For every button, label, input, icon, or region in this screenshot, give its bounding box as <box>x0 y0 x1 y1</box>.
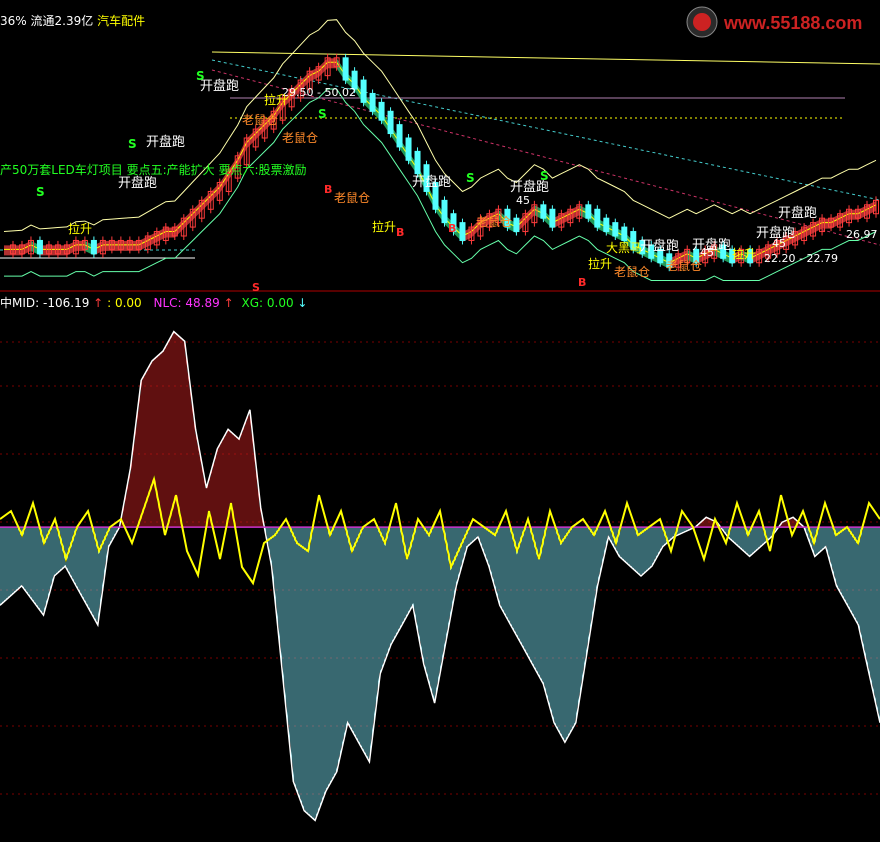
kai-pan-pao-label: 开盘跑 <box>640 238 679 254</box>
kai-pan-pao-label: 开盘跑 <box>200 78 239 94</box>
la-sheng-label: 拉升 <box>372 219 396 234</box>
candle-body <box>441 199 448 224</box>
ma-ribbon-segment <box>561 209 571 225</box>
la-sheng-label: 拉升 <box>68 221 92 236</box>
ma-ribbon-segment <box>201 191 211 211</box>
kai-pan-pao-label: 开盘跑 <box>118 175 157 191</box>
la-sheng-label: 拉升 <box>264 92 288 107</box>
price-range-label-1: 29.50 - 50.02 <box>282 86 356 99</box>
lao-shu-cang-label: 老鼠仓 <box>242 113 278 127</box>
candle-body <box>342 57 349 81</box>
la-sheng-label: 拉升 <box>732 246 756 261</box>
sell-marker: S <box>128 137 137 151</box>
ma-ribbon-segment <box>174 218 184 238</box>
lao-shu-cang-label: 老鼠仓 <box>334 191 370 205</box>
value-45-label: 45 <box>772 237 786 250</box>
candle-body <box>90 239 97 255</box>
ma-ribbon-segment <box>21 240 31 256</box>
sell-marker: S <box>196 69 205 83</box>
lao-shu-cang-label: 老鼠仓 <box>666 259 702 273</box>
sell-marker: S <box>318 107 327 121</box>
buy-marker: B <box>578 276 586 289</box>
candle-body <box>396 124 403 148</box>
price-range-label-2: 22.20 - 22.79 <box>764 252 838 265</box>
sell-marker: S <box>252 281 260 294</box>
candle-body <box>540 204 547 219</box>
candle-body <box>585 204 592 219</box>
buy-marker: B <box>396 226 404 239</box>
ma-ribbon-segment <box>525 205 535 225</box>
value-45-label: 45 <box>700 246 714 259</box>
oscillator-panel <box>0 330 880 822</box>
kai-pan-pao-label: 开盘跑 <box>146 134 185 150</box>
candle-body <box>36 239 43 255</box>
stock-chart[interactable]: 产50万套LED车灯项目 要点五:产能扩大 要点六:股票激励 29.50 - 5… <box>0 0 880 842</box>
la-sheng-label: 拉升 <box>588 256 612 271</box>
annotation-layer: 产50万套LED车灯项目 要点五:产能扩大 要点六:股票激励 29.50 - 5… <box>0 69 878 294</box>
ma-ribbon-segment <box>66 240 76 256</box>
kai-pan-pao-label: 开盘跑 <box>412 174 451 190</box>
ma-ribbon-segment <box>318 58 328 78</box>
ticker-note: 产50万套LED车灯项目 要点五:产能扩大 要点六:股票激励 <box>0 162 307 177</box>
sell-marker: S <box>36 185 45 199</box>
ma-ribbon-segment <box>192 200 202 220</box>
candle-body <box>414 150 421 175</box>
candle-body <box>594 208 601 228</box>
buy-marker: B <box>324 183 332 196</box>
lao-shu-cang-label: 老鼠仓 <box>614 265 650 279</box>
lao-shu-cang-label: 老鼠仓 <box>282 131 318 145</box>
kai-pan-pao-label: 开盘跑 <box>778 205 817 221</box>
candle-body <box>369 92 376 112</box>
candle-body <box>612 222 619 237</box>
resistance-line <box>211 51 880 65</box>
sell-marker: S <box>466 171 475 185</box>
ma-ribbon-segment <box>210 183 220 202</box>
upper-envelope <box>3 19 877 232</box>
candle-body <box>513 217 520 233</box>
price-label-3: 26.97 <box>846 228 878 241</box>
candle-body <box>459 222 466 241</box>
lao-shu-cang-label: 老鼠仓 <box>476 215 512 229</box>
ma-ribbon-segment <box>246 129 256 149</box>
value-45-label: 45 <box>516 194 530 207</box>
ma-ribbon-segment <box>570 205 580 220</box>
candle-body <box>549 208 556 228</box>
ma-ribbon-segment <box>183 209 193 229</box>
buy-marker: B <box>448 222 456 235</box>
candle-body <box>378 101 385 121</box>
ma-ribbon-segment <box>867 200 876 216</box>
candle-body <box>360 79 367 103</box>
candle-body <box>603 217 610 233</box>
candle-body <box>621 226 628 241</box>
candle-body <box>387 110 394 135</box>
ma-ribbon-segment <box>147 232 157 247</box>
candle-body <box>405 137 412 161</box>
sell-marker: S <box>540 169 549 183</box>
da-hei-ma-label: 大黑马 <box>606 241 642 255</box>
